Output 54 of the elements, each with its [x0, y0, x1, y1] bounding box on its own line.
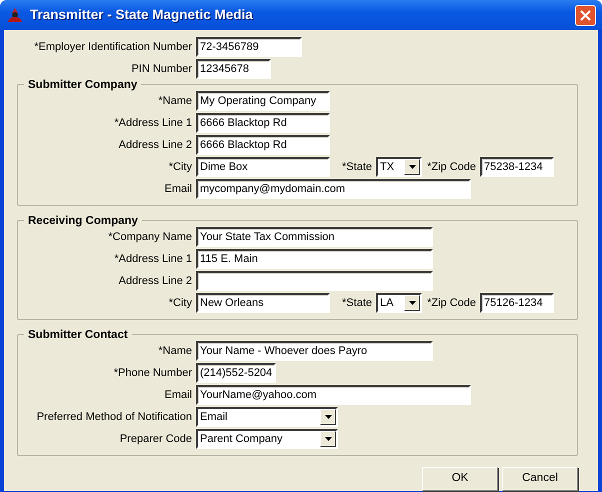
field-label: *City [168, 160, 193, 175]
field-label: Address Line 2 [118, 274, 193, 289]
dropdown-button[interactable] [320, 431, 336, 447]
input-field[interactable]: 6666 Blacktop Rd [196, 135, 330, 155]
caret-icon [324, 415, 332, 419]
input-field[interactable]: 6666 Blacktop Rd [196, 113, 330, 133]
zip-field[interactable]: 75238-1234 [480, 157, 554, 177]
field-label: *City [168, 296, 193, 311]
caret-icon [324, 437, 332, 441]
state-dropdown[interactable]: TX [376, 157, 422, 177]
input-field[interactable]: mycompany@mydomain.com [196, 179, 471, 199]
field-label: *Company Name [107, 230, 193, 245]
field-label: *Zip Code [426, 160, 477, 175]
caret-icon [408, 301, 416, 305]
dropdown-button[interactable] [404, 159, 420, 175]
field-label: *State [341, 160, 373, 175]
field-label: *Zip Code [426, 296, 477, 311]
field-label: Preparer Code [118, 432, 193, 447]
input-field[interactable]: YourName@yahoo.com [196, 385, 471, 405]
field-label: *Phone Number [112, 366, 193, 381]
input-field[interactable]: New Orleans [196, 293, 330, 313]
input-field[interactable]: Your State Tax Commission [196, 227, 433, 247]
cancel-button[interactable]: Cancel [502, 467, 578, 491]
close-button[interactable] [575, 4, 596, 26]
dropdown-field[interactable]: Parent Company [196, 429, 338, 449]
field-label: *Address Line 1 [113, 252, 193, 267]
field-label: *Name [157, 344, 193, 359]
input-field[interactable]: My Operating Company [196, 91, 330, 111]
field-label: PIN Number [130, 62, 193, 77]
dropdown-field[interactable]: Email [196, 407, 338, 427]
input-field[interactable]: (214)552-5204 [196, 363, 276, 383]
zip-field[interactable]: 75126-1234 [480, 293, 554, 313]
field-label: *Address Line 1 [113, 116, 193, 131]
state-dropdown[interactable]: LA [376, 293, 422, 313]
field-label: *State [341, 296, 373, 311]
input-field[interactable]: 72-3456789 [196, 37, 302, 57]
input-field[interactable]: Dime Box [196, 157, 330, 177]
app-icon [6, 6, 24, 24]
field-label: Preferred Method of Notification [36, 410, 193, 425]
window-title: Transmitter - State Magnetic Media [30, 6, 254, 24]
input-field[interactable] [196, 271, 433, 291]
field-label: Address Line 2 [118, 138, 193, 153]
caret-icon [408, 165, 416, 169]
ok-button[interactable]: OK [422, 467, 498, 491]
input-field[interactable]: Your Name - Whoever does Payro [196, 341, 433, 361]
field-label: *Name [157, 94, 193, 109]
dropdown-button[interactable] [404, 295, 420, 311]
field-label: Email [163, 182, 193, 197]
input-field[interactable]: 115 E. Main [196, 249, 433, 269]
dropdown-button[interactable] [320, 409, 336, 425]
input-field[interactable]: 12345678 [196, 59, 271, 79]
field-label: *Employer Identification Number [33, 40, 193, 55]
close-icon [580, 10, 591, 20]
field-label: Email [163, 388, 193, 403]
